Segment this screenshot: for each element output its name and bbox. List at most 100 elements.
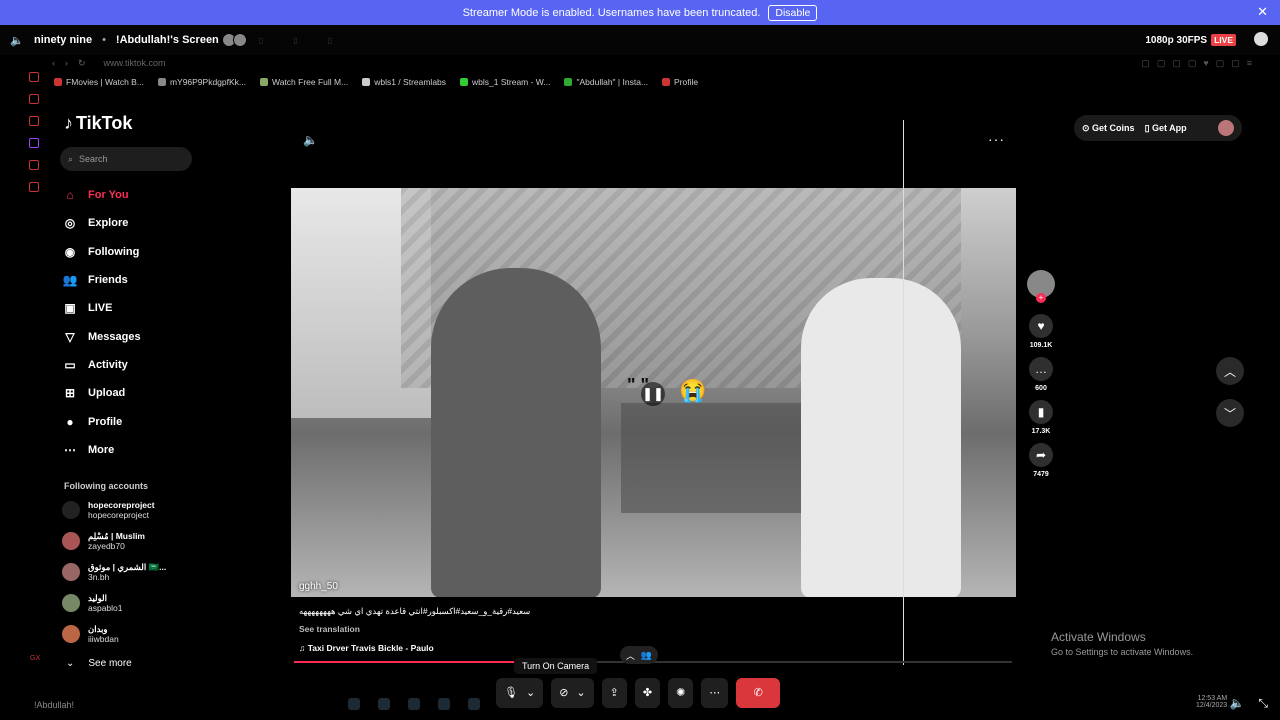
taskbar-user: !Abdullah! [34, 700, 75, 710]
nav-following[interactable]: ◉ Following [62, 238, 141, 266]
compass-icon: ◎ [64, 216, 76, 231]
see-translation-link[interactable]: See translation [299, 624, 360, 634]
avatar [62, 563, 80, 581]
disable-streamer-mode-button[interactable]: Disable [768, 4, 818, 21]
avatar [62, 532, 80, 550]
get-app-button[interactable]: ▯ Get App [1145, 123, 1187, 134]
back-icon[interactable]: ‹ [52, 58, 55, 68]
share-icon: ➦ [1029, 443, 1053, 467]
profile-icon: ● [66, 414, 74, 429]
tiktok-logo[interactable]: ♪ TikTok [64, 113, 132, 134]
account-name: الشمري | موثوق 🇸🇦... [88, 562, 167, 572]
follow-plus-icon[interactable]: + [1036, 293, 1046, 303]
bookmark-item[interactable]: mY96P9PkdgpfKk... [157, 77, 246, 91]
account-item[interactable]: مُسْلِم | Muslim zayedb70 [62, 529, 166, 553]
share-button[interactable]: ➦ 7479 [1029, 443, 1053, 478]
sidebar-app-icon[interactable] [29, 160, 39, 170]
quality-label: 1080p 30FPS [1145, 34, 1208, 46]
following-icon: ◉ [64, 244, 76, 259]
friends-icon: 👥 [62, 273, 78, 288]
stream-quality[interactable]: 1080p 30FPS LIVE [1145, 34, 1236, 46]
chevron-down-icon[interactable]: ﹀ [1216, 399, 1244, 427]
nav-for-you[interactable]: ⌂ For You [62, 181, 141, 209]
activate-title: Activate Windows [1051, 630, 1146, 644]
bookmark-item[interactable]: FMovies | Watch B... [54, 77, 144, 91]
nav-live[interactable]: ▣ LIVE [62, 294, 141, 322]
see-more-label: See more [88, 658, 132, 669]
bookmark-item[interactable]: Profile [662, 77, 698, 91]
video-navigation: ︿ ﹀ [1216, 357, 1244, 427]
account-item[interactable]: الوليد aspablo1 [62, 591, 166, 615]
video-player[interactable]: " " 😭 ❚❚ gghh_50 [291, 188, 1016, 597]
nav-explore[interactable]: ◎ Explore [62, 209, 141, 237]
taskbar-app-icon[interactable] [468, 698, 480, 710]
nav-friends[interactable]: 👥 Friends [62, 266, 141, 294]
music-info[interactable]: ♫ Taxi Drver Travis Bickle - Paulo [299, 643, 434, 653]
taskbar-app-icon[interactable] [438, 698, 450, 710]
like-button[interactable]: ♥ 109.1K [1029, 314, 1053, 349]
save-button[interactable]: ▮ 17.3K [1029, 400, 1053, 435]
taskbar-app-icon[interactable] [348, 698, 360, 710]
creator-avatar[interactable]: + [1027, 270, 1055, 303]
sidebar-app-icon[interactable] [29, 182, 39, 192]
nav-label: More [88, 443, 115, 456]
streamer-mode-banner: Streamer Mode is enabled. Usernames have… [0, 0, 1280, 25]
messages-icon: ▽ [65, 329, 75, 344]
chevron-up-icon: ︿ [625, 650, 635, 661]
taskbar-app-icon[interactable] [378, 698, 390, 710]
bookmark-item[interactable]: "Abdullah" | Insta... [564, 77, 648, 91]
cursor-line [903, 120, 904, 665]
nav-activity[interactable]: ▭ Activity [62, 351, 141, 379]
bookmark-item[interactable]: wbls_1 Stream - W... [460, 77, 550, 91]
address-bar[interactable]: ‹ › ↻ www.tiktok.com ▢ ▢ ▢ ▢ ♥ ▢ ▢ ≡ [52, 55, 1252, 71]
volume-icon[interactable]: 🔈 [10, 34, 24, 47]
nav-profile[interactable]: ● Profile [62, 407, 141, 435]
user-avatar[interactable] [1218, 120, 1234, 136]
volume-icon[interactable]: 🔈 [303, 133, 318, 147]
see-more-button[interactable]: ⌄ See more [66, 658, 132, 669]
nav-messages[interactable]: ▽ Messages [62, 322, 140, 350]
more-options-icon[interactable]: ··· [988, 131, 1005, 147]
search-icon: ⌕ [68, 153, 74, 164]
taskbar-app-icon[interactable] [408, 698, 420, 710]
viewer-avatars[interactable] [221, 33, 247, 47]
tiktok-logo-text: TikTok [76, 113, 133, 133]
banner-text: Streamer Mode is enabled. Usernames have… [462, 6, 761, 19]
clock-time: 12:53 AM [1197, 695, 1228, 702]
windows-activation-watermark: Activate Windows Go to Settings to activ… [1051, 630, 1193, 657]
sidebar-app-icon[interactable] [29, 116, 39, 126]
comment-button[interactable]: … 600 [1029, 357, 1053, 392]
home-icon: ⌂ [66, 188, 74, 203]
search-input[interactable]: ⌕ Search [60, 147, 192, 171]
sidebar-app-icon[interactable] [29, 94, 39, 104]
get-coins-button[interactable]: ⊙ Get Coins [1082, 123, 1135, 134]
chevron-up-icon[interactable]: ︿ [1216, 357, 1244, 385]
reload-icon[interactable]: ↻ [78, 58, 86, 69]
chat-icon[interactable] [1254, 32, 1268, 46]
video-caption: سعيد#رقية_و_سعيد#اكسبلور#انتي قاعدة تهدي… [299, 606, 531, 616]
nav-more[interactable]: ⋯ More [62, 436, 141, 464]
avatar [62, 501, 80, 519]
expand-controls-button[interactable]: ︿ 👥 [620, 646, 658, 664]
nav-upload[interactable]: ⊞ Upload [62, 379, 141, 407]
stream-header: 🔈 ninety nine • !Abdullah!'s Screen ▯ ▯ ▯ … [0, 25, 1280, 55]
account-item[interactable]: hopecoreproject hopecoreproject [62, 498, 166, 522]
bookmark-item[interactable]: Watch Free Full M... [260, 77, 348, 91]
crying-emoji-icon: 😭 [679, 378, 707, 403]
sidebar-app-icon[interactable] [29, 72, 39, 82]
taskbar-clock[interactable]: 12:53 AM 12/4/2023 [1196, 695, 1227, 709]
close-icon[interactable]: ✕ [1257, 4, 1268, 20]
bookmark-item[interactable]: wbls1 / Streamlabs [362, 77, 446, 91]
more-icon: ⋯ [64, 442, 76, 457]
account-name: الوليد [88, 593, 107, 603]
volume-icon[interactable]: 🔈 [1229, 696, 1244, 711]
forward-icon[interactable]: › [65, 58, 68, 68]
account-item[interactable]: وبدان iiiwbdan [62, 622, 166, 646]
gx-icon[interactable]: GX [30, 655, 40, 662]
url-text[interactable]: www.tiktok.com [104, 58, 166, 68]
pause-icon[interactable]: ❚❚ [641, 382, 665, 406]
account-item[interactable]: الشمري | موثوق 🇸🇦... 3n.bh [62, 560, 166, 584]
bookmark-icon: ▮ [1029, 400, 1053, 424]
fullscreen-exit-icon[interactable]: ⤡ [1258, 696, 1268, 711]
sidebar-app-icon[interactable] [29, 138, 39, 148]
